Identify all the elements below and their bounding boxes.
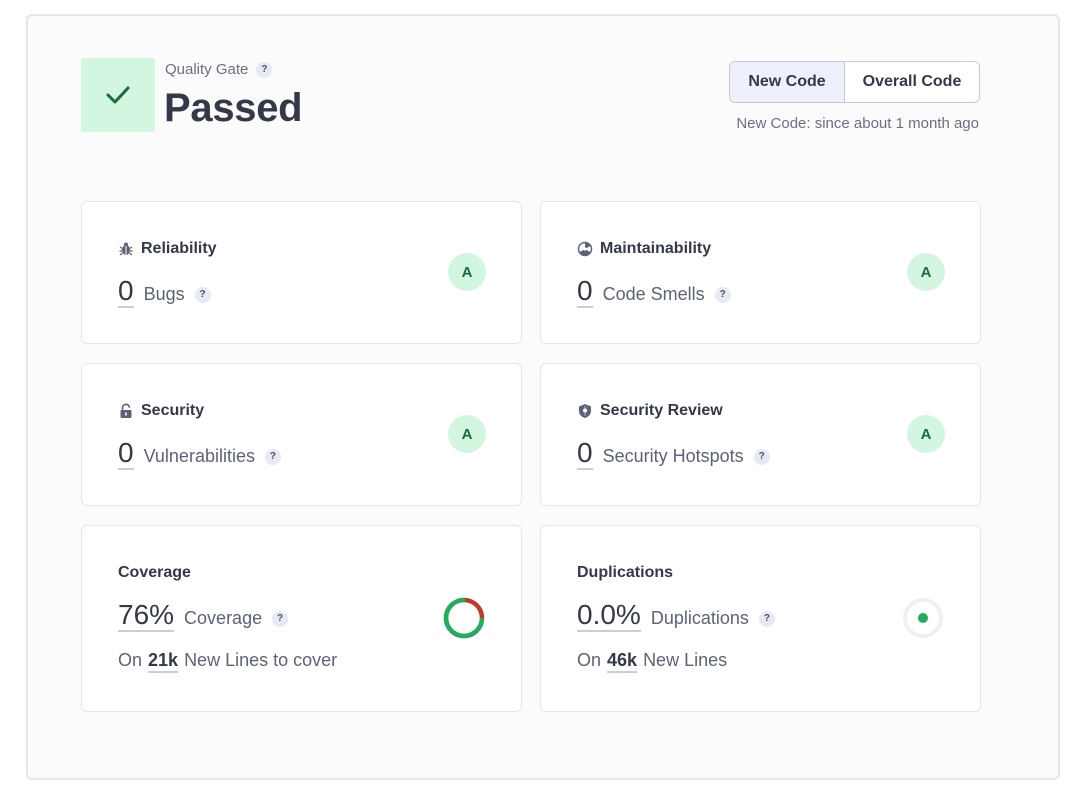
reliability-card: Reliability 0 Bugs ? A (81, 201, 522, 344)
bugs-label-group: Bugs ? (144, 284, 211, 305)
duplications-title-row: Duplications (577, 564, 673, 582)
coverage-metric-row: 76% Coverage ? (118, 600, 289, 632)
security-card: Security 0 Vulnerabilities ? A (81, 363, 522, 506)
security-hotspots-help-icon[interactable]: ? (753, 448, 770, 465)
duplications-card: Duplications 0.0% Duplications ? On 46k … (540, 525, 981, 712)
gate-help-icon[interactable]: ? (256, 61, 273, 78)
maintainability-metric-row: 0 Code Smells ? (577, 276, 731, 308)
duplications-lines-suffix: New Lines (643, 650, 728, 670)
security-title: Security (141, 402, 205, 419)
maintainability-title-row: Maintainability (577, 240, 711, 258)
duplications-label-group: Duplications ? (651, 608, 775, 629)
maintainability-card: Maintainability 0 Code Smells ? A (540, 201, 981, 344)
maintainability-rating-badge[interactable]: A (907, 253, 945, 291)
security-hotspots-count[interactable]: 0 (577, 438, 593, 470)
duplications-lines-prefix: On (577, 650, 602, 670)
security-rating-badge[interactable]: A (448, 415, 486, 453)
security-review-metric-row: 0 Security Hotspots ? (577, 438, 770, 470)
new-code-button[interactable]: New Code (730, 62, 845, 102)
bug-icon (119, 242, 133, 256)
coverage-lines-suffix: New Lines to cover (184, 650, 338, 670)
code-smells-label-group: Code Smells ? (603, 284, 731, 305)
gate-status: Passed (164, 86, 303, 130)
code-scope-toggle: New Code Overall Code (729, 61, 980, 103)
vulnerabilities-help-icon[interactable]: ? (264, 448, 281, 465)
security-title-row: Security (118, 402, 204, 420)
lock-icon (120, 403, 132, 418)
duplications-metric-row: 0.0% Duplications ? (577, 600, 775, 632)
code-smells-count[interactable]: 0 (577, 276, 593, 308)
reliability-metric-row: 0 Bugs ? (118, 276, 211, 308)
shield-icon (579, 404, 591, 418)
security-review-title-row: Security Review (577, 402, 723, 420)
duplications-help-icon[interactable]: ? (758, 610, 775, 627)
vulnerabilities-label: Vulnerabilities (143, 446, 255, 466)
check-icon (106, 86, 130, 104)
coverage-title: Coverage (118, 564, 191, 581)
coverage-donut-chart[interactable] (442, 596, 486, 640)
reliability-title: Reliability (141, 240, 217, 257)
duplications-title: Duplications (577, 564, 674, 581)
duplications-indicator[interactable] (901, 596, 945, 640)
duplications-indicator-dot (918, 613, 928, 623)
bugs-label: Bugs (143, 284, 185, 304)
bugs-count[interactable]: 0 (118, 276, 134, 308)
coverage-lines-count[interactable]: 21k (148, 649, 179, 673)
security-hotspots-label-group: Security Hotspots ? (603, 446, 770, 467)
reliability-title-row: Reliability (118, 240, 217, 258)
code-smells-label: Code Smells (602, 284, 705, 304)
duplications-label: Duplications (650, 608, 749, 628)
coverage-label-group: Coverage ? (184, 608, 289, 629)
vulnerabilities-count[interactable]: 0 (118, 438, 134, 470)
security-metric-row: 0 Vulnerabilities ? (118, 438, 281, 470)
duplications-lines-count[interactable]: 46k (607, 649, 638, 673)
coverage-lines-row: On 21k New Lines to cover (118, 649, 337, 673)
quality-gate-panel: Quality Gate ? Passed New Code Overall C… (26, 14, 1060, 780)
security-review-card: Security Review 0 Security Hotspots ? A (540, 363, 981, 506)
gate-label-row: Quality Gate ? (165, 61, 273, 78)
coverage-lines-prefix: On (118, 650, 143, 670)
maintainability-title: Maintainability (600, 240, 712, 257)
gate-status-box (81, 58, 155, 132)
coverage-value[interactable]: 76% (118, 600, 175, 632)
new-code-period: New Code: since about 1 month ago (736, 115, 979, 132)
overall-code-button[interactable]: Overall Code (845, 62, 979, 102)
coverage-card: Coverage 76% Coverage ? On 21k New Lines… (81, 525, 522, 712)
coverage-help-icon[interactable]: ? (272, 610, 289, 627)
vulnerabilities-label-group: Vulnerabilities ? (144, 446, 281, 467)
duplications-lines-row: On 46k New Lines (577, 649, 727, 673)
smell-icon (577, 241, 593, 257)
coverage-title-row: Coverage (118, 564, 191, 582)
duplications-value[interactable]: 0.0% (577, 600, 641, 632)
security-review-rating-badge[interactable]: A (907, 415, 945, 453)
security-review-title: Security Review (600, 402, 723, 419)
reliability-rating-badge[interactable]: A (448, 253, 486, 291)
security-hotspots-label: Security Hotspots (602, 446, 744, 466)
coverage-label: Coverage (184, 608, 263, 628)
gate-label: Quality Gate (165, 61, 249, 78)
bugs-help-icon[interactable]: ? (194, 286, 211, 303)
code-smells-help-icon[interactable]: ? (714, 286, 731, 303)
